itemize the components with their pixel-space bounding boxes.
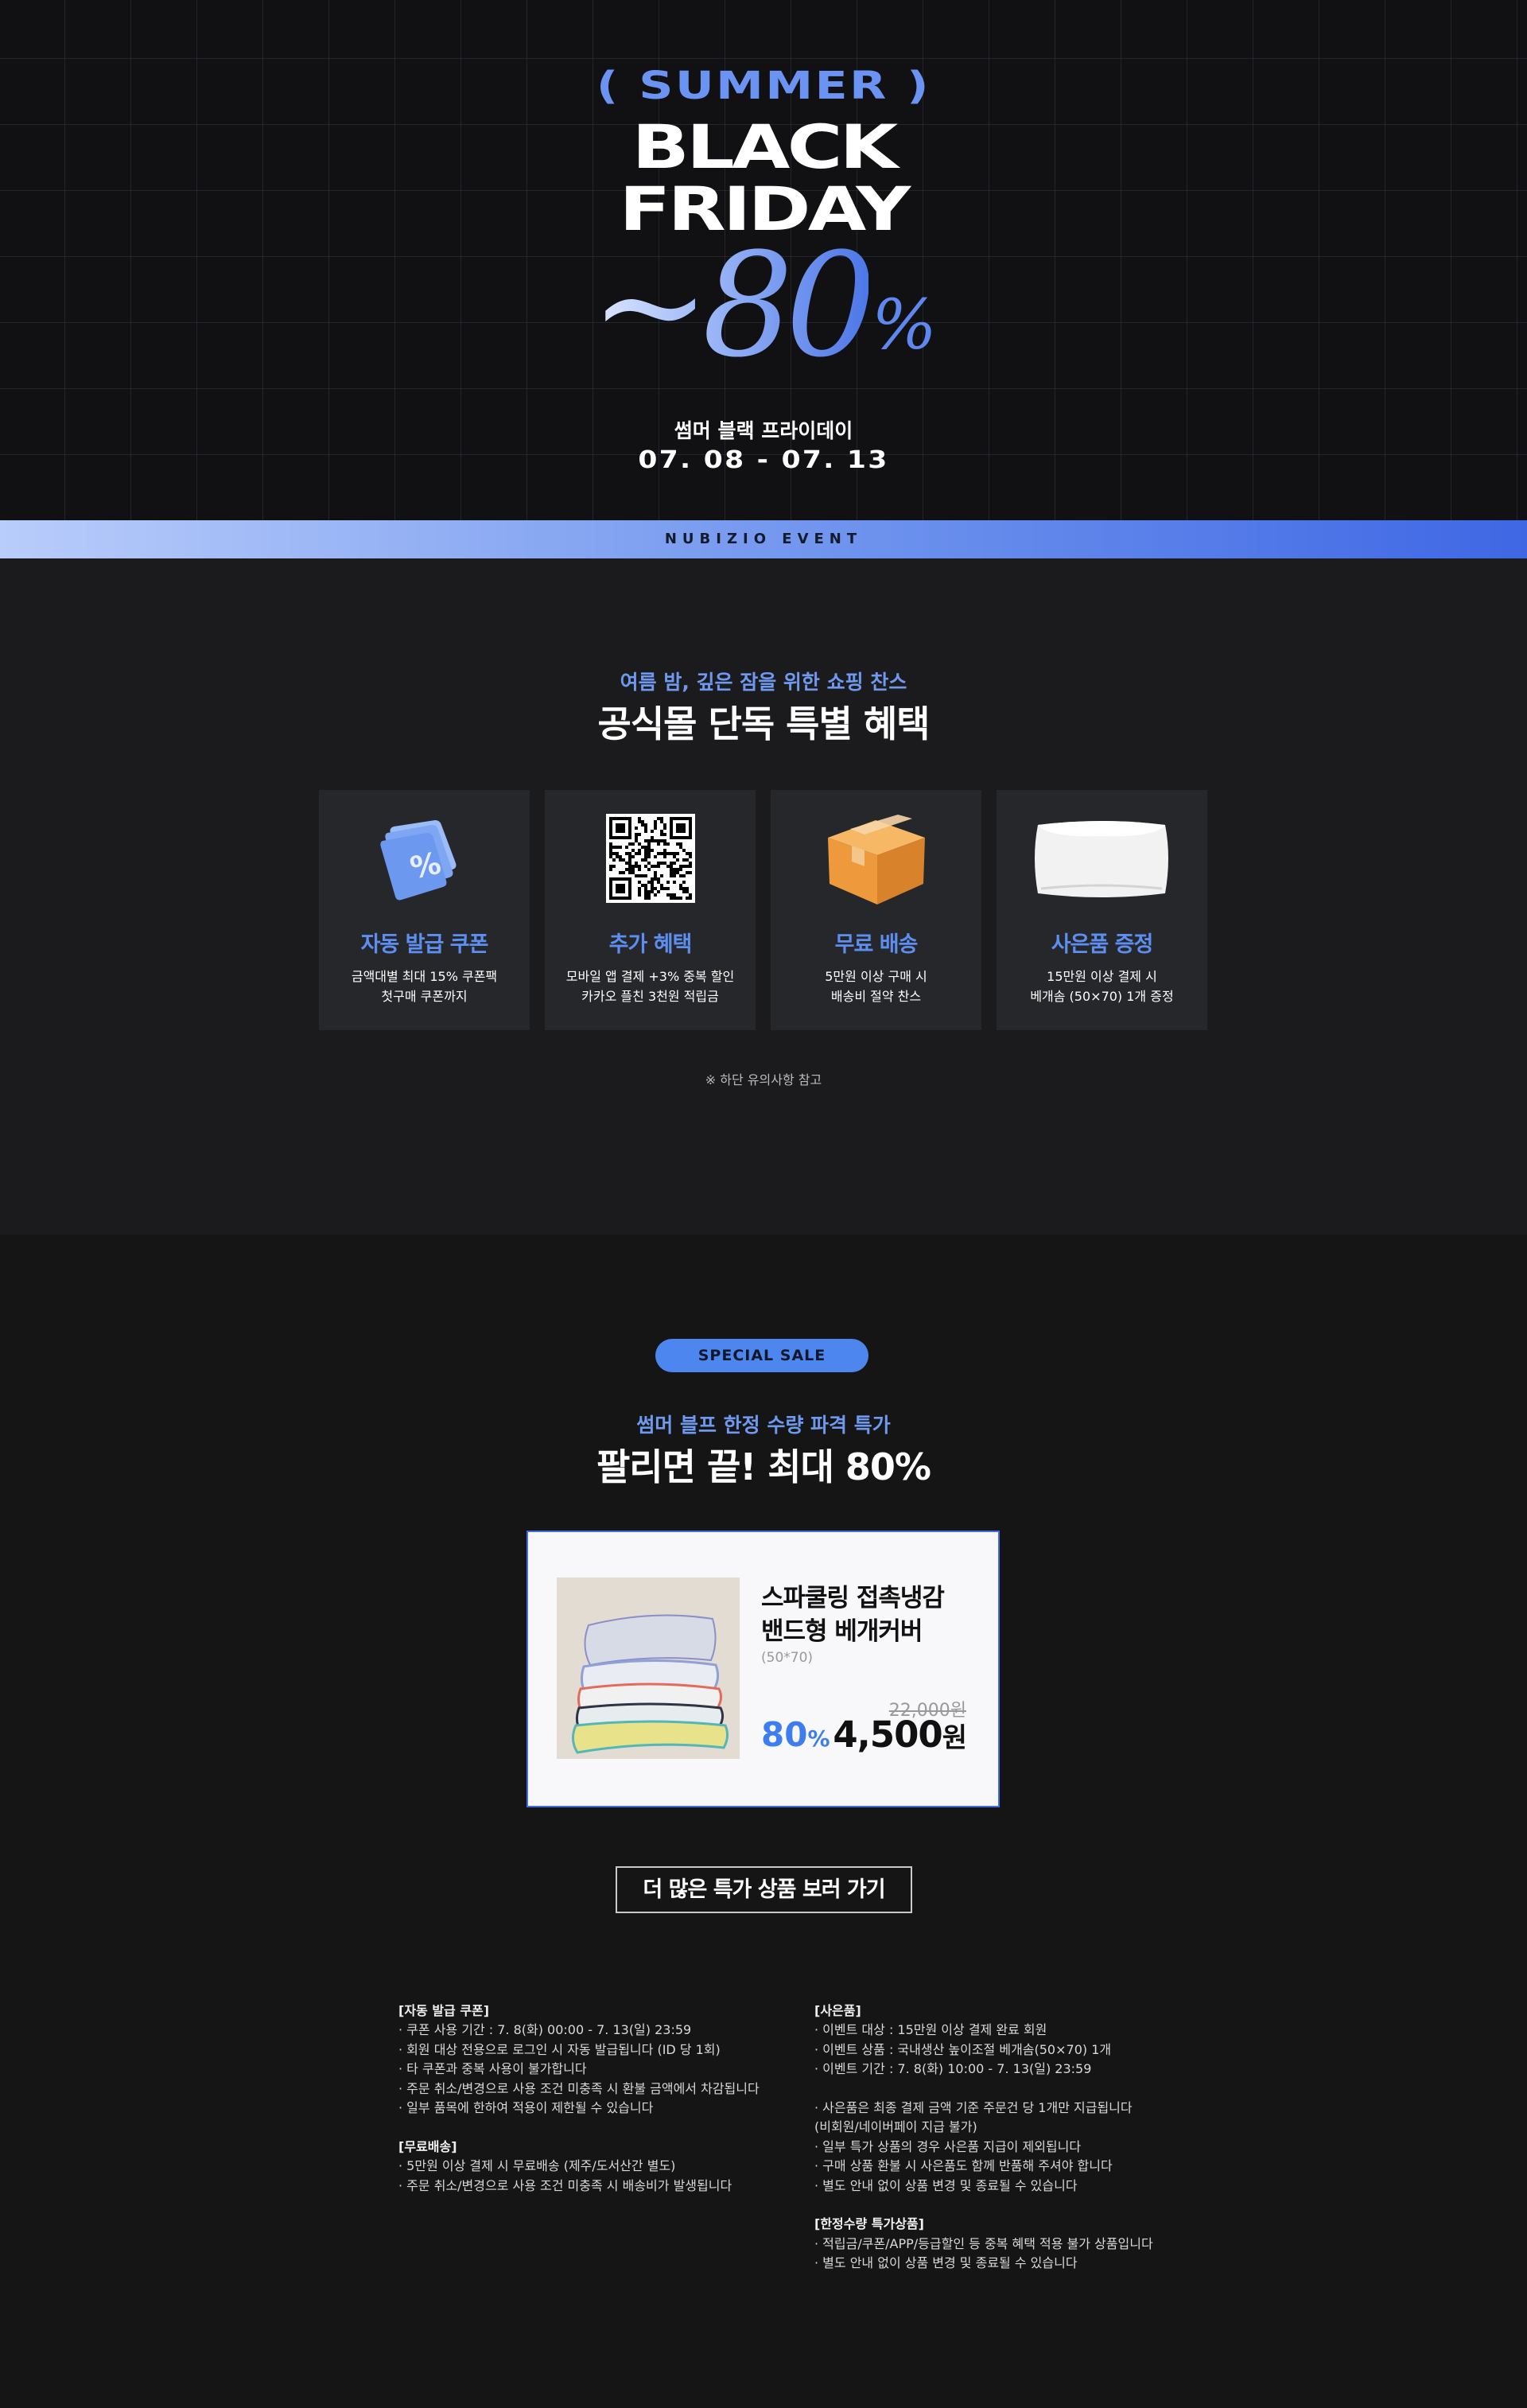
benefits-kicker: 여름 밤, 깊은 잠을 위한 쇼핑 찬스 — [620, 671, 907, 694]
benefits-note: ※ 하단 유의사항 참고 — [705, 1072, 822, 1087]
hero-discount: ~80% — [0, 231, 1527, 382]
benefit-card-desc-line2: 카카오 플친 3천원 적립금 — [581, 989, 719, 1004]
notice-line: (비회원/네이버페이 지급 불가) — [814, 2119, 977, 2135]
notice-line: [무료배송] — [398, 2138, 457, 2154]
notice-column-left: [자동 발급 쿠폰] · 쿠폰 사용 기간 : 7. 8(화) 00:00 - 7… — [398, 2001, 760, 2196]
hero-discount-symbol: % — [872, 286, 937, 365]
event-bar: NUBIZIO EVENT — [0, 520, 1527, 558]
benefit-card-desc: 모바일 앱 결제 +3% 중복 할인 카카오 플친 3천원 적립금 — [545, 967, 756, 1006]
benefit-card-desc-line2: 첫구매 쿠폰까지 — [381, 989, 468, 1004]
benefit-card-desc-line1: 5만원 이상 구매 시 — [825, 969, 927, 984]
benefit-card-shipping[interactable]: 무료 배송 5만원 이상 구매 시 배송비 절약 찬스 — [771, 790, 981, 1030]
box-icon — [771, 814, 981, 905]
benefit-card-coupon[interactable]: % 자동 발급 쿠폰 금액대별 최대 15% 쿠폰팩 첫구매 쿠폰까지 — [319, 790, 530, 1030]
benefit-card-desc-line1: 15만원 이상 결제 시 — [1047, 969, 1157, 984]
notice-line: · 주문 취소/변경으로 사용 조건 미충족 시 환불 금액에서 차감됩니다 — [398, 2080, 760, 2096]
product-card[interactable]: 스파쿨링 접촉냉감 밴드형 베개커버 (50*70) 22,000원 80% 4… — [526, 1531, 1000, 1807]
benefit-card-desc-line1: 모바일 앱 결제 +3% 중복 할인 — [565, 969, 735, 984]
benefit-card-title: 추가 혜택 — [608, 932, 693, 957]
product-sale-price: 4,500원 — [833, 1714, 967, 1756]
product-discount-value: 80 — [761, 1715, 808, 1754]
benefits-title: 공식몰 단독 특별 혜택 — [597, 702, 931, 745]
hero-discount-value: ~80 — [590, 223, 876, 389]
notice-line: · 적립금/쿠폰/APP/등급할인 등 중복 혜택 적용 불가 상품입니다 — [814, 2235, 1153, 2251]
benefit-card-desc-line2: 베개솜 (50×70) 1개 증정 — [1030, 989, 1174, 1004]
notice-line — [398, 2118, 760, 2137]
product-image[interactable] — [557, 1577, 740, 1759]
hero-summer-label: ( SUMMER ) — [596, 64, 931, 108]
notice-column-right: [사은품] · 이벤트 대상 : 15만원 이상 결제 완료 회원 · 이벤트 상품… — [814, 2001, 1153, 2274]
notice-line — [814, 2079, 1153, 2099]
notice-line: · 일부 품목에 한하여 적용이 제한될 수 있습니다 — [398, 2100, 654, 2116]
hero-dates: 07. 08 - 07. 13 — [638, 446, 889, 474]
product-name-line2: 밴드형 베개커버 — [761, 1617, 923, 1646]
notice-line: · 5만원 이상 결제 시 무료배송 (제주/도서산간 별도) — [398, 2158, 676, 2174]
notice-line: · 타 쿠폰과 중복 사용이 불가합니다 — [398, 2061, 587, 2077]
notice-line: · 주문 취소/변경으로 사용 조건 미충족 시 배송비가 발생됩니다 — [398, 2177, 732, 2193]
benefit-card-extra[interactable]: 추가 혜택 모바일 앱 결제 +3% 중복 할인 카카오 플친 3천원 적립금 — [545, 790, 756, 1030]
notice-line: · 쿠폰 사용 기간 : 7. 8(화) 00:00 - 7. 13(일) 23… — [398, 2022, 692, 2038]
benefit-card-title: 자동 발급 쿠폰 — [360, 932, 489, 957]
special-title: 팔리면 끝! 최대 80% — [596, 1445, 931, 1488]
product-sale-price-unit: 원 — [942, 1722, 967, 1754]
benefits-section — [0, 558, 1527, 1235]
benefit-card-desc-line2: 배송비 절약 찬스 — [830, 989, 922, 1004]
notice-line: · 사은품은 최종 결제 금액 기준 주문건 당 1개만 지급됩니다 — [814, 2100, 1133, 2116]
notice-line: · 회원 대상 전용으로 로그인 시 자동 발급됩니다 (ID 당 1회) — [398, 2041, 721, 2057]
benefit-card-desc: 금액대별 최대 15% 쿠폰팩 첫구매 쿠폰까지 — [319, 967, 530, 1006]
special-sale-badge: SPECIAL SALE — [655, 1339, 868, 1372]
notice-line: [한정수량 특가상품] — [814, 2216, 924, 2232]
notice-line: · 이벤트 상품 : 국내생산 높이조절 베개솜(50×70) 1개 — [814, 2041, 1112, 2057]
notice-line: · 일부 특가 상품의 경우 사은품 지급이 제외됩니다 — [814, 2138, 1082, 2154]
product-discount: 80% — [761, 1715, 830, 1754]
notice-line: · 별도 안내 없이 상품 변경 및 종료될 수 있습니다 — [814, 2177, 1078, 2193]
notice-line: · 구매 상품 환불 시 사은품도 함께 반품해 주셔야 합니다 — [814, 2158, 1113, 2174]
coupon-icon: % — [319, 814, 530, 905]
hero-banner: ( SUMMER ) BLACK FRIDAY ~80% 썸머 블랙 프라이데이… — [0, 0, 1527, 520]
notice-line: · 이벤트 기간 : 7. 8(화) 10:00 - 7. 13(일) 23:5… — [814, 2061, 1092, 2077]
notice-line — [814, 2196, 1153, 2215]
more-deals-button[interactable]: 더 많은 특가 상품 보러 가기 — [616, 1866, 912, 1913]
notice-line: [자동 발급 쿠폰] — [398, 2003, 490, 2018]
product-discount-unit: % — [807, 1725, 830, 1752]
benefit-card-gift[interactable]: 사은품 증정 15만원 이상 결제 시 베개솜 (50×70) 1개 증정 — [997, 790, 1207, 1030]
pillow-icon — [997, 814, 1207, 905]
benefit-card-title: 무료 배송 — [834, 932, 919, 957]
benefit-card-desc-line1: 금액대별 최대 15% 쿠폰팩 — [351, 969, 498, 984]
notice-line: · 별도 안내 없이 상품 변경 및 종료될 수 있습니다 — [814, 2255, 1078, 2271]
benefit-card-desc: 15만원 이상 결제 시 베개솜 (50×70) 1개 증정 — [997, 967, 1207, 1006]
product-name[interactable]: 스파쿨링 접촉냉감 밴드형 베개커버 — [761, 1581, 992, 1648]
notice-line: · 이벤트 대상 : 15만원 이상 결제 완료 회원 — [814, 2022, 1047, 2038]
hero-subtitle: 썸머 블랙 프라이데이 — [674, 419, 853, 442]
qr-code-icon — [545, 814, 756, 905]
product-sale-price-value: 4,500 — [833, 1714, 942, 1756]
benefit-card-title: 사은품 증정 — [1051, 932, 1154, 957]
notice-line: [사은품] — [814, 2003, 861, 2018]
hero-title-line1: BLACK — [631, 111, 898, 182]
special-kicker: 썸머 블프 한정 수량 파격 특가 — [636, 1414, 891, 1437]
product-size: (50*70) — [761, 1650, 814, 1666]
product-name-line1: 스파쿨링 접촉냉감 — [761, 1584, 945, 1612]
benefit-card-desc: 5만원 이상 구매 시 배송비 절약 찬스 — [771, 967, 981, 1006]
